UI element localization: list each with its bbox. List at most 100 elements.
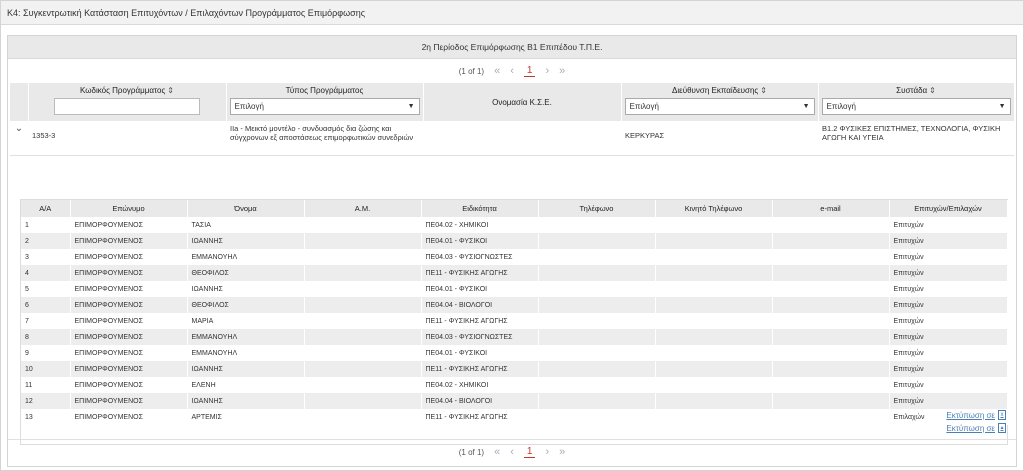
type-filter-select[interactable]: Επιλογή ▼ xyxy=(229,98,420,115)
column-name-cell: ΙΩΑΝΝΗΣ xyxy=(187,361,305,377)
dropdown-arrow-icon: ▼ xyxy=(998,103,1006,110)
column-surname-cell: ΕΠΙΜΟΡΦΟΥΜΕΝΟΣ xyxy=(70,361,188,377)
column-type-label: Τύπος Προγράμματος xyxy=(285,86,364,95)
column-status-cell: Επιτυχών xyxy=(889,265,1008,281)
column-phone-cell xyxy=(538,313,656,329)
export-excel-label: Εκτύπωση σε xyxy=(946,410,995,420)
next-page-button[interactable]: › xyxy=(545,65,549,77)
column-surname-cell: ΕΠΙΜΟΡΦΟΥΜΕΝΟΣ xyxy=(70,377,188,393)
sort-icon[interactable]: ⇕ xyxy=(760,86,767,95)
column-surname-header: Επώνυμο xyxy=(70,200,188,217)
report-container: 2η Περίοδος Επιμόρφωσης Β1 Επιπέδου Τ.Π.… xyxy=(7,35,1017,467)
column-mobile-cell xyxy=(655,345,773,361)
column-specialty-cell: ΠΕ11 - ΦΥΣΙΚΗΣ ΑΓΩΓΗΣ xyxy=(421,361,539,377)
table-caption: 2η Περίοδος Επιμόρφωσης Β1 Επιπέδου Τ.Π.… xyxy=(8,36,1016,59)
column-mobile-cell xyxy=(655,281,773,297)
program-kse xyxy=(423,121,621,156)
column-directorate-label[interactable]: Διεύθυνση Εκπαίδευσης xyxy=(672,86,758,95)
export-excel-link[interactable]: Εκτύπωση σε x xyxy=(946,410,1006,420)
expander-header xyxy=(10,83,29,121)
table-row: 8 ΕΠΙΜΟΡΦΟΥΜΕΝΟΣ ΕΜΜΑΝΟΥΗΛ ΠΕ04.03 - ΦΥΣΙΟΓ… xyxy=(21,329,1008,345)
sort-icon[interactable]: ⇕ xyxy=(167,86,174,95)
column-email-cell xyxy=(772,233,890,249)
column-am-cell xyxy=(304,233,422,249)
column-phone-cell xyxy=(538,361,656,377)
column-phone-cell xyxy=(538,329,656,345)
program-row: ⌄ 1353-3 IIa - Μεικτό μοντέλο - συνδυασμ… xyxy=(10,121,1014,156)
column-email-cell xyxy=(772,265,890,281)
table-row: 9 ΕΠΙΜΟΡΦΟΥΜΕΝΟΣ ΕΜΜΑΝΟΥΗΛ ΠΕ04.01 - ΦΥΣΙΚΟ… xyxy=(21,345,1008,361)
column-specialty-cell: ΠΕ04.03 - ΦΥΣΙΟΓΝΩΣΤΕΣ xyxy=(421,249,539,265)
page-number-current[interactable]: 1 xyxy=(523,446,536,458)
column-email-cell xyxy=(772,329,890,345)
column-aa-cell: 6 xyxy=(21,297,71,313)
cluster-filter-select[interactable]: Επιλογή ▼ xyxy=(821,98,1011,115)
column-specialty-cell: ΠΕ04.04 - ΒΙΟΛΟΓΟΙ xyxy=(421,393,539,409)
column-mobile-cell xyxy=(655,233,773,249)
table-row: 3 ΕΠΙΜΟΡΦΟΥΜΕΝΟΣ ΕΜΜΑΝΟΥΗΛ ΠΕ04.03 - ΦΥΣΙΟΓ… xyxy=(21,249,1008,265)
column-email-header: e-mail xyxy=(772,200,890,217)
last-page-button[interactable]: » xyxy=(559,446,565,458)
column-surname-cell: ΕΠΙΜΟΡΦΟΥΜΕΝΟΣ xyxy=(70,393,188,409)
last-page-button[interactable]: » xyxy=(559,65,565,77)
column-status-cell: Επιτυχών xyxy=(889,297,1008,313)
program-type: IIa - Μεικτό μοντέλο - συνδυασμός δια ζώ… xyxy=(226,121,423,156)
column-surname-cell: ΕΠΙΜΟΡΦΟΥΜΕΝΟΣ xyxy=(70,313,188,329)
column-status-cell: Επιτυχών xyxy=(889,233,1008,249)
column-mobile-cell xyxy=(655,265,773,281)
column-email-cell xyxy=(772,249,890,265)
prev-page-button[interactable]: ‹ xyxy=(510,65,514,77)
column-phone-header: Τηλέφωνο xyxy=(538,200,656,217)
column-kse-label: Ονομασία Κ.Σ.Ε. xyxy=(492,97,552,107)
column-mobile-cell xyxy=(655,217,773,233)
column-am-cell xyxy=(304,361,422,377)
column-phone-cell xyxy=(538,281,656,297)
first-page-button[interactable]: « xyxy=(494,65,500,77)
column-aa-cell: 8 xyxy=(21,329,71,345)
column-specialty-cell: ΠΕ04.01 - ΦΥΣΙΚΟΙ xyxy=(421,281,539,297)
column-status-cell: Επιτυχών xyxy=(889,281,1008,297)
column-name-header: Όνομα xyxy=(187,200,305,217)
column-status-cell: Επιτυχών xyxy=(889,345,1008,361)
column-code-label[interactable]: Κωδικός Προγράμματος xyxy=(80,86,165,95)
page-info: (1 of 1) xyxy=(458,447,485,457)
column-specialty-cell: ΠΕ04.03 - ΦΥΣΙΟΓΝΩΣΤΕΣ xyxy=(421,329,539,345)
report-panel: K4: Συγκεντρωτική Κατάσταση Επιτυχόντων … xyxy=(0,0,1024,471)
column-aa-cell: 12 xyxy=(21,393,71,409)
next-page-button[interactable]: › xyxy=(545,446,549,458)
column-mobile-cell xyxy=(655,377,773,393)
column-phone-cell xyxy=(538,265,656,281)
column-header-kse: Ονομασία Κ.Σ.Ε. xyxy=(423,83,622,121)
column-aa-header: Α/Α xyxy=(21,200,71,217)
prev-page-button[interactable]: ‹ xyxy=(510,446,514,458)
column-mobile-cell xyxy=(655,249,773,265)
program-directorate: ΚΕΡΚΥΡΑΣ xyxy=(621,121,818,156)
column-phone-cell xyxy=(538,409,656,425)
table-row: 13 ΕΠΙΜΟΡΦΟΥΜΕΝΟΣ ΑΡΤΕΜΙΣ ΠΕ11 - ΦΥΣΙΚΗΣ ΑΓ… xyxy=(21,409,1008,425)
column-email-cell xyxy=(772,377,890,393)
column-surname-cell: ΕΠΙΜΟΡΦΟΥΜΕΝΟΣ xyxy=(70,265,188,281)
code-filter-input[interactable] xyxy=(54,98,200,115)
column-specialty-header: Ειδικότητα xyxy=(421,200,539,217)
column-cluster-label[interactable]: Συστάδα xyxy=(896,86,927,95)
column-aa-cell: 3 xyxy=(21,249,71,265)
column-phone-cell xyxy=(538,393,656,409)
sort-icon[interactable]: ⇕ xyxy=(929,86,936,95)
table-row: 11 ΕΠΙΜΟΡΦΟΥΜΕΝΟΣ ΕΛΕΝΗ ΠΕ04.02 - ΧΗΜΙΚΟΙ Επ… xyxy=(21,377,1008,393)
page-number-current[interactable]: 1 xyxy=(523,65,536,77)
column-am-cell xyxy=(304,377,422,393)
column-aa-cell: 7 xyxy=(21,313,71,329)
panel-title: K4: Συγκεντρωτική Κατάσταση Επιτυχόντων … xyxy=(1,1,1023,25)
export-pdf-link[interactable]: Εκτύπωση σε ▴ xyxy=(946,423,1006,433)
column-name-cell: ΜΑΡΙΑ xyxy=(187,313,305,329)
directorate-filter-select[interactable]: Επιλογή ▼ xyxy=(624,98,815,115)
column-phone-cell xyxy=(538,297,656,313)
column-am-cell xyxy=(304,297,422,313)
column-specialty-cell: ΠΕ11 - ΦΥΣΙΚΗΣ ΑΓΩΓΗΣ xyxy=(421,313,539,329)
first-page-button[interactable]: « xyxy=(494,446,500,458)
row-expander-icon[interactable]: ⌄ xyxy=(10,121,28,156)
column-name-cell: ΤΑΣΙΑ xyxy=(187,217,305,233)
column-phone-cell xyxy=(538,345,656,361)
export-pdf-label: Εκτύπωση σε xyxy=(946,423,995,433)
column-surname-cell: ΕΠΙΜΟΡΦΟΥΜΕΝΟΣ xyxy=(70,329,188,345)
